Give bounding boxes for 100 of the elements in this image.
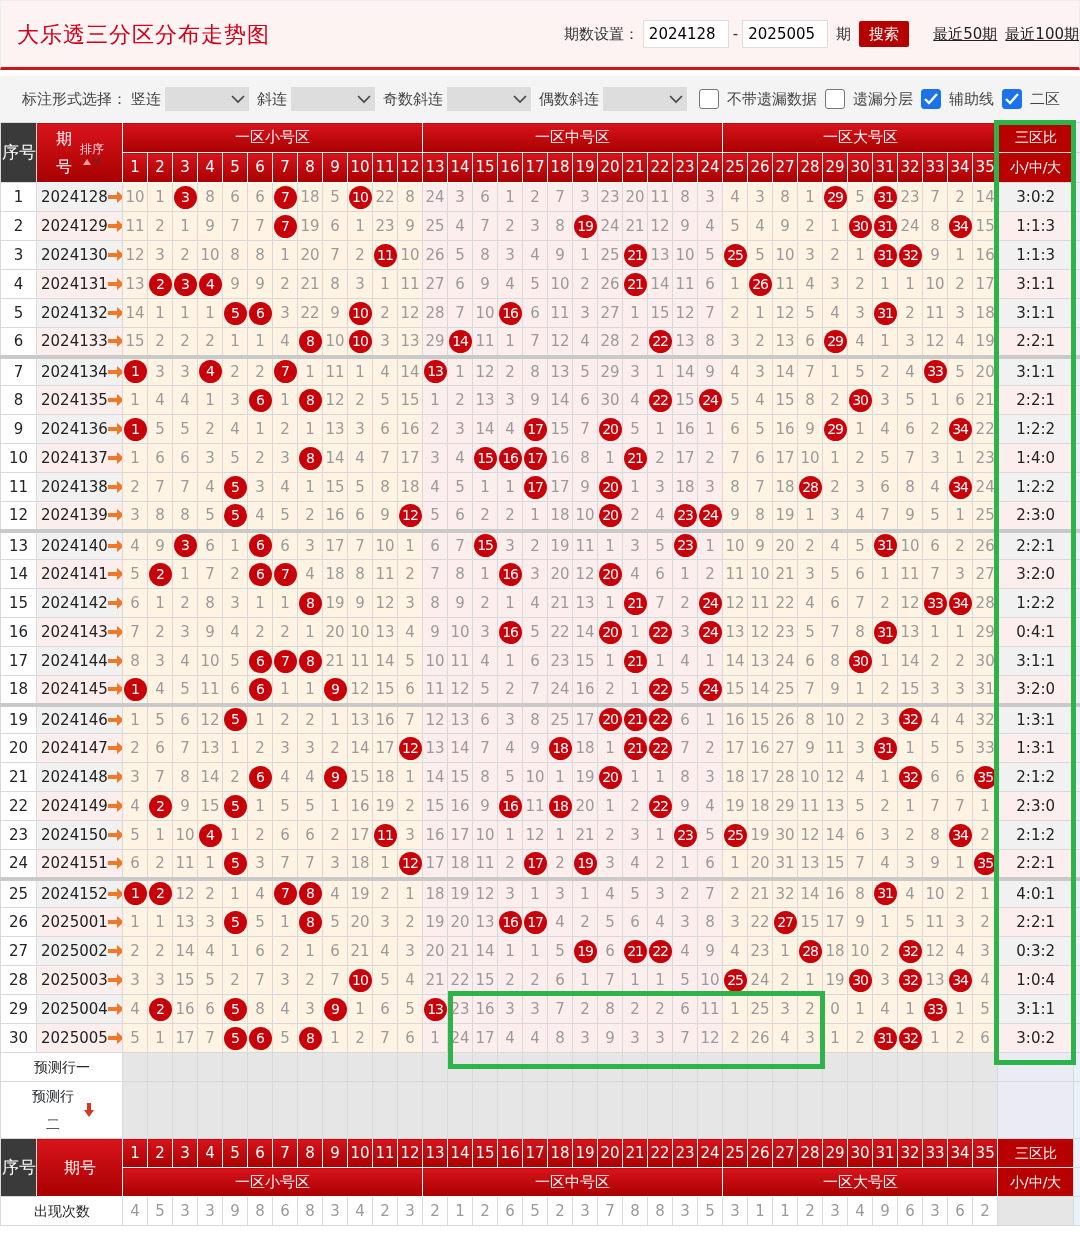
drawn-number-ball: 17 [523, 475, 547, 499]
drawn-number-ball: 18 [548, 794, 572, 818]
drawn-number-ball: 34 [948, 214, 972, 238]
recent-periods-link[interactable]: 最近100期 [1005, 22, 1079, 46]
table-cell: 3 [622, 530, 648, 560]
drawn-number-ball: 30 [848, 388, 872, 412]
recent-periods-link[interactable]: 最近50期 [933, 22, 998, 46]
table-cell: 4 [322, 878, 348, 908]
table-cell: 16 [722, 704, 748, 734]
sequence-cell: 2 [0, 211, 37, 241]
ratio-cell: 1:3:1 [997, 704, 1074, 734]
drawn-number-ball: 31 [873, 185, 897, 209]
table-cell: 4 [372, 356, 398, 386]
zone-header: 一区小号区 [122, 1167, 423, 1197]
drawn-number-ball: 1 [123, 677, 147, 701]
drawn-number-ball: 29 [823, 185, 847, 209]
drawn-number-ball: 31 [873, 620, 897, 644]
drawn-number-ball: 30 [848, 649, 872, 673]
arrow-icon [107, 683, 122, 695]
drawn-number-ball: 7 [273, 562, 297, 586]
count-cell: 4 [347, 1196, 373, 1226]
drawn-number-ball: 5 [223, 851, 247, 875]
table-cell: 3 [622, 356, 648, 386]
sequence-cell: 10 [0, 443, 37, 473]
drawn-number-ball: 19 [573, 851, 597, 875]
period-header: 期号 [55, 128, 72, 178]
arrow-icon [107, 770, 122, 783]
drawn-number-ball: 32 [898, 939, 922, 963]
sort-label[interactable]: 排序 [79, 139, 104, 158]
drawn-number-ball: 21 [623, 243, 647, 267]
drawn-number-ball: 31 [873, 214, 897, 238]
end-period-field[interactable]: 2025005 [742, 20, 829, 48]
chevron-down-icon[interactable] [669, 94, 683, 104]
drawn-number-ball: 24 [698, 388, 722, 412]
drawn-number-ball: 21 [623, 272, 647, 296]
drawn-number-ball: 5 [223, 997, 247, 1021]
drawn-number-ball: 29 [823, 329, 847, 353]
drawn-number-ball: 34 [948, 968, 972, 992]
table-cell: 1 [347, 356, 373, 386]
table-cell: 5 [947, 356, 973, 386]
table-cell: 1 [247, 704, 273, 734]
sort-icon[interactable] [80, 157, 103, 166]
count-cell: 3 [322, 1196, 348, 1226]
table-cell: 18 [422, 878, 448, 908]
start-period-field[interactable]: 2024128 [642, 20, 729, 48]
drawn-number-ball: 8 [298, 1026, 322, 1050]
table-cell: 3 [547, 878, 573, 908]
drawn-number-ball: 30 [848, 214, 872, 238]
sequence-cell: 9 [0, 414, 37, 444]
checkbox[interactable] [1002, 89, 1022, 109]
chevron-down-icon[interactable] [357, 94, 371, 104]
drawn-number-ball: 21 [623, 446, 647, 470]
arrow-icon [107, 365, 122, 378]
table-cell: 5 [622, 878, 648, 908]
table-cell: 11 [322, 356, 348, 386]
count-cell: 8 [297, 1196, 323, 1226]
count-cell: 5 [522, 1196, 548, 1226]
table-cell: 1 [222, 878, 248, 908]
drawn-number-ball: 22 [648, 794, 672, 818]
arrow-icon [107, 1002, 122, 1015]
table-cell: 3 [647, 878, 673, 908]
drawn-number-ball: 8 [298, 388, 322, 412]
drawn-number-ball: 23 [673, 823, 697, 847]
table-cell: 6 [672, 704, 698, 734]
drawn-number-ball: 17 [523, 446, 547, 470]
sequence-cell: 15 [0, 588, 37, 618]
drawn-number-ball: 6 [248, 534, 272, 558]
drawn-number-ball: 20 [598, 708, 622, 732]
checkbox[interactable] [921, 89, 941, 109]
down-arrow-icon[interactable] [84, 1103, 95, 1117]
drawn-number-ball: 16 [498, 301, 522, 325]
table-cell: 1 [647, 356, 673, 386]
drawn-number-ball: 20 [598, 765, 622, 789]
period-number: 2024135 [41, 390, 108, 409]
table-cell: 17 [322, 530, 348, 560]
chevron-down-icon[interactable] [513, 94, 527, 104]
drawn-number-ball: 32 [898, 243, 922, 267]
table-cell: 32 [772, 878, 798, 908]
period-number: 2024143 [41, 622, 108, 641]
ratio-subheader: 小/中/大 [997, 1167, 1074, 1197]
checkbox[interactable] [825, 89, 845, 109]
table-cell: 8 [797, 704, 823, 734]
table-cell: 5 [847, 356, 873, 386]
checkbox[interactable] [699, 89, 719, 109]
count-cell: 3 [197, 1196, 223, 1226]
table-cell: 8 [522, 704, 548, 734]
drawn-number-ball: 9 [323, 765, 347, 789]
count-cell: 2 [372, 1196, 398, 1226]
count-cell: 3 [922, 1196, 948, 1226]
table-cell: 14 [672, 356, 698, 386]
drawn-number-ball: 22 [648, 677, 672, 701]
table-cell: 12 [422, 704, 448, 734]
period-number: 2024149 [41, 796, 108, 815]
table-cell: 1 [822, 356, 848, 386]
search-button[interactable]: 搜索 [859, 20, 910, 48]
count-cell: 4 [847, 1196, 873, 1226]
count-cell: 2 [972, 1196, 998, 1226]
drawn-number-ball: 8 [298, 649, 322, 673]
chevron-down-icon[interactable] [231, 94, 245, 104]
period-number: 2024141 [41, 564, 108, 583]
